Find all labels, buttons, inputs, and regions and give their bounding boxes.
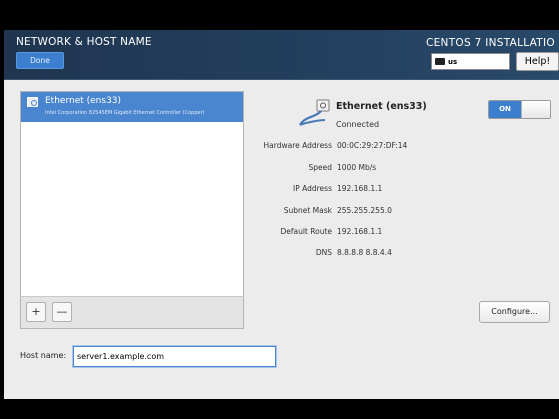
device-name: Ethernet (ens33) [45, 96, 122, 106]
detail-row-default-route: Default Route 192.168.1.1 [234, 227, 534, 239]
device-list-toolbar: + — [20, 296, 244, 329]
detail-value: 1000 Mb/s [337, 163, 377, 172]
detail-value: 192.168.1.1 [337, 227, 383, 236]
detail-row-hardware-address: Hardware Address 00:0C:29:27:DF:14 [234, 141, 534, 153]
keyboard-layout-indicator[interactable]: us [431, 53, 510, 70]
detail-value: 00:0C:29:27:DF:14 [337, 141, 408, 150]
keyboard-layout-label: us [448, 57, 458, 66]
done-button[interactable]: Done [16, 52, 64, 69]
device-list: Ethernet (ens33) Intel Corporation 82545… [20, 91, 244, 329]
device-on-off-switch[interactable]: ON [488, 100, 551, 119]
device-list-item[interactable]: Ethernet (ens33) Intel Corporation 82545… [21, 92, 243, 122]
detail-value: 255.255.255.0 [337, 206, 392, 215]
ethernet-cable-icon [299, 99, 330, 126]
switch-on-label: ON [489, 101, 521, 118]
detail-label: DNS [315, 248, 332, 257]
network-device-icon [27, 97, 38, 107]
detail-row-dns: DNS 8.8.8.8 8.8.4.4 [234, 248, 534, 260]
keyboard-icon [435, 58, 445, 65]
header-bar: NETWORK & HOST NAME Done CENTOS 7 INSTAL… [4, 30, 559, 80]
help-button[interactable]: Help! [516, 52, 559, 71]
detail-value: 8.8.8.8 8.8.4.4 [337, 248, 392, 257]
installer-title: CENTOS 7 INSTALLATIO [425, 37, 555, 49]
detail-device-name: Ethernet (ens33) [336, 101, 427, 112]
switch-knob [521, 101, 550, 118]
detail-row-subnet-mask: Subnet Mask 255.255.255.0 [234, 206, 534, 218]
bottom-black-bar [0, 399, 559, 419]
device-description: Intel Corporation 82545EM Gigabit Ethern… [45, 110, 205, 116]
page-title: NETWORK & HOST NAME [16, 36, 152, 48]
top-black-bar [0, 0, 559, 30]
detail-value: 192.168.1.1 [337, 184, 383, 193]
hostname-input[interactable] [73, 346, 276, 367]
remove-device-button[interactable]: — [52, 302, 72, 322]
detail-row-ip-address: IP Address 192.168.1.1 [234, 184, 534, 196]
hostname-label: Host name: [20, 351, 67, 360]
detail-label: Default Route [280, 227, 332, 236]
add-device-button[interactable]: + [26, 302, 46, 322]
main-panel: Ethernet (ens33) Intel Corporation 82545… [4, 80, 559, 399]
detail-label: IP Address [293, 184, 332, 193]
configure-button[interactable]: Configure... [479, 301, 550, 323]
connection-status: Connected [336, 120, 380, 129]
detail-label: Subnet Mask [283, 206, 332, 215]
detail-row-speed: Speed 1000 Mb/s [234, 163, 534, 175]
detail-label: Hardware Address [263, 141, 332, 150]
detail-label: Speed [308, 163, 332, 172]
